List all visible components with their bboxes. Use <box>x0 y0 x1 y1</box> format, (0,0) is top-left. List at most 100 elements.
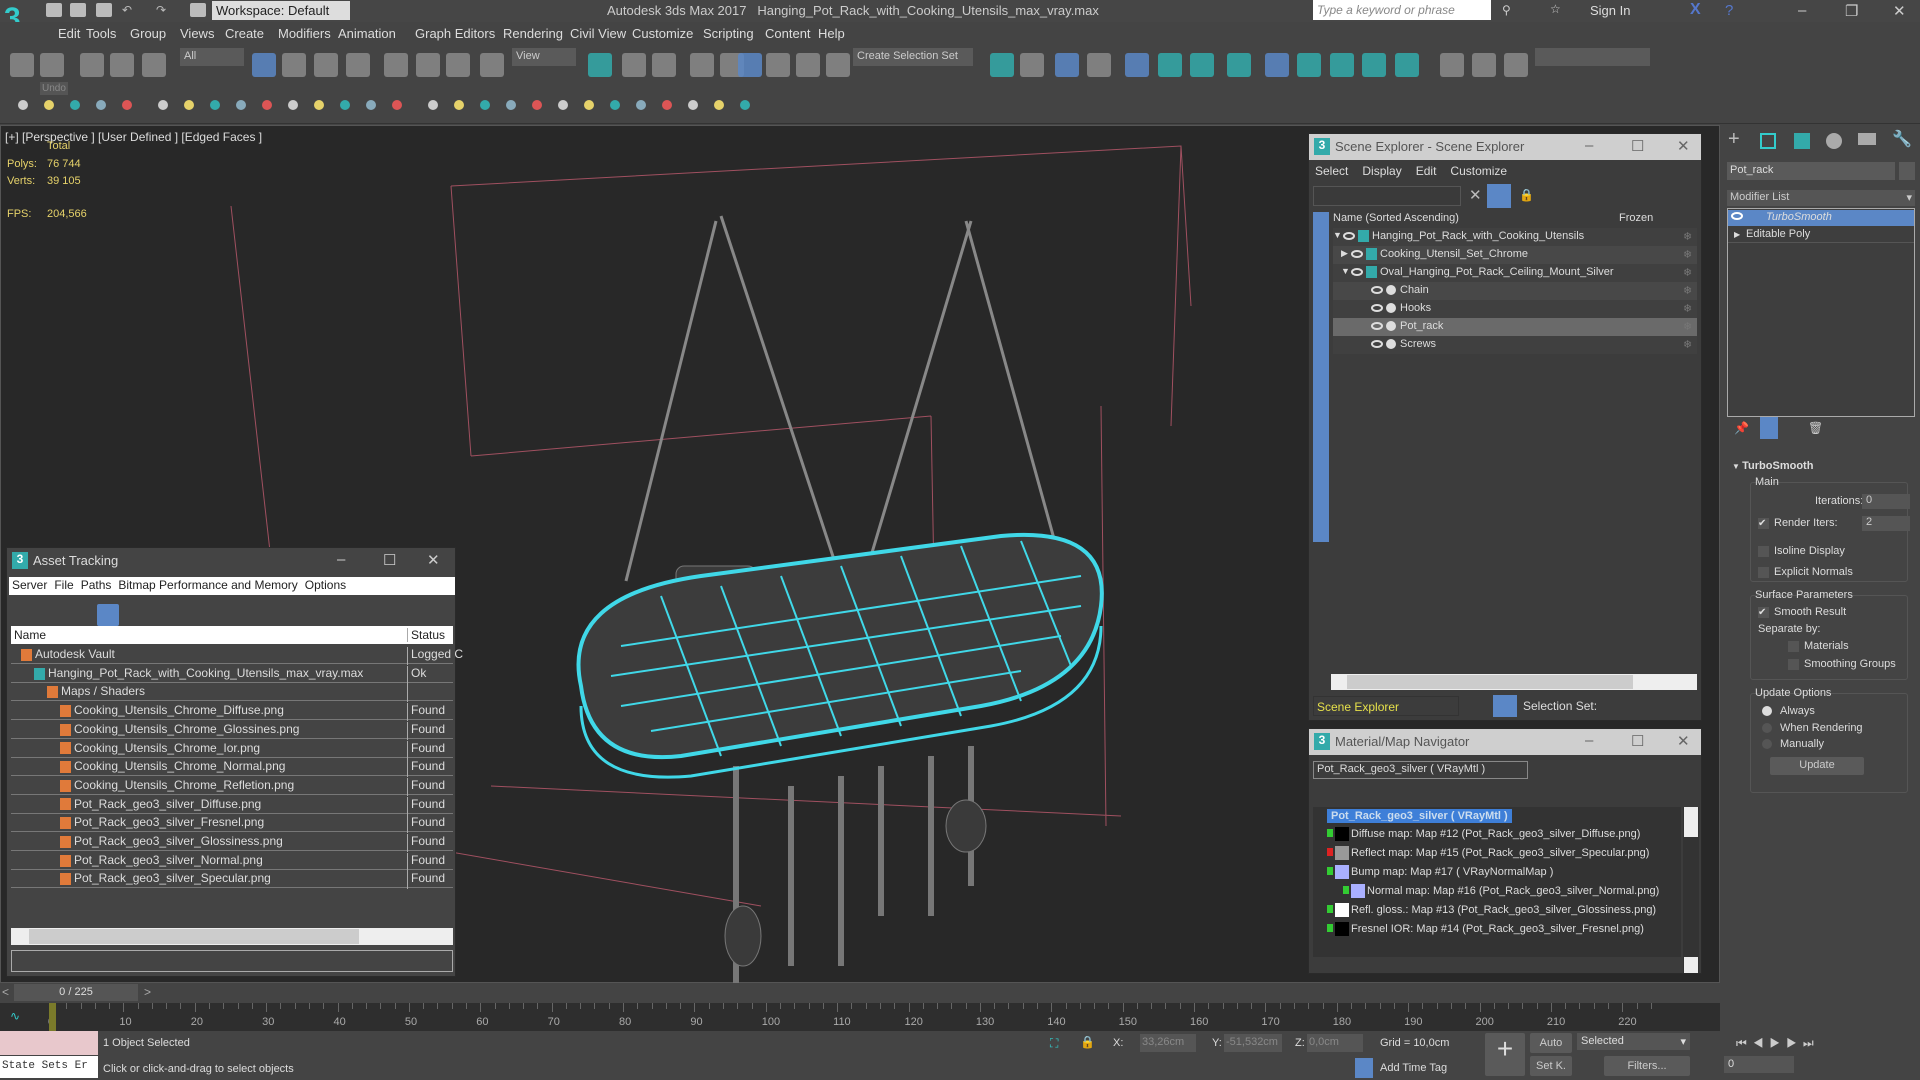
render-setup-icon[interactable] <box>1265 53 1289 77</box>
visibility-eye-icon[interactable] <box>1351 268 1363 277</box>
radio[interactable] <box>1762 723 1772 734</box>
frozen-icon[interactable]: ❄ <box>1683 320 1692 333</box>
table-row[interactable]: Cooking_Utensils_Chrome_Normal.png Found <box>11 757 453 778</box>
scene-tree-row[interactable]: Pot_rack ❄ <box>1333 318 1697 336</box>
current-frame-marker[interactable] <box>49 1003 56 1031</box>
update-button[interactable]: Update <box>1770 757 1864 775</box>
scene-tree-row[interactable]: ▼ Hanging_Pot_Rack_with_Cooking_Utensils ❄ <box>1333 228 1697 246</box>
visibility-eye-icon[interactable] <box>1351 250 1363 259</box>
table-row[interactable]: Pot_Rack_geo3_silver_Fresnel.png Found <box>11 813 453 834</box>
menu-group[interactable]: Group <box>130 26 166 41</box>
render-iters-checkbox[interactable]: ✔ Render Iters: <box>1758 517 1838 529</box>
material-editor-icon[interactable] <box>1227 53 1251 77</box>
toolbar2-tool-icon[interactable] <box>454 100 464 110</box>
render-iterative-icon[interactable] <box>1362 53 1386 77</box>
curve-editor-icon[interactable] <box>1158 53 1182 77</box>
workspace-dropdown[interactable]: Workspace: Default <box>212 1 350 20</box>
render-icon[interactable] <box>1330 53 1354 77</box>
stack-item-editable-poly[interactable]: ▶ Editable Poly <box>1728 227 1914 243</box>
time-tag-icon[interactable] <box>1355 1058 1373 1078</box>
expand-arrow-icon[interactable]: ▼ <box>1341 266 1350 276</box>
current-frame-field[interactable]: 0 <box>1724 1056 1794 1073</box>
menu-edit[interactable]: Edit <box>58 26 80 41</box>
horizontal-scrollbar[interactable] <box>1331 674 1697 690</box>
scene-tree-row[interactable]: Screws ❄ <box>1333 336 1697 354</box>
frozen-icon[interactable]: ❄ <box>1683 284 1692 297</box>
hierarchy-toggle-icon[interactable] <box>1493 695 1517 717</box>
rendered-frame-icon[interactable] <box>1297 53 1321 77</box>
menu-customize[interactable]: Customize <box>632 26 693 41</box>
minimize-button[interactable]: – <box>1585 137 1593 154</box>
undo-icon[interactable] <box>10 53 34 77</box>
z-coordinate-field[interactable]: 0,0cm <box>1307 1034 1363 1052</box>
modify-tab-icon[interactable] <box>1760 133 1776 149</box>
col-frozen[interactable]: Frozen <box>1619 212 1653 224</box>
rotate-icon[interactable] <box>416 53 440 77</box>
menu-rendering[interactable]: Rendering <box>503 26 563 41</box>
project-folder-icon[interactable] <box>190 3 206 17</box>
c-text-icon[interactable] <box>1504 53 1528 77</box>
table-row[interactable]: Autodesk Vault Logged C <box>11 645 463 665</box>
link-icon[interactable] <box>80 53 104 77</box>
minimize-button[interactable]: – <box>1585 732 1593 749</box>
toolbar2-tool-icon[interactable] <box>480 100 490 110</box>
material-navigator-titlebar[interactable]: 3 Material/Map Navigator – ☐ ✕ <box>1309 729 1701 755</box>
modifier-list-dropdown[interactable]: Modifier List ▾ <box>1727 190 1915 206</box>
smooth-result-checkbox[interactable]: ✔ Smooth Result <box>1758 606 1846 618</box>
mirror-icon[interactable] <box>990 53 1014 77</box>
sign-in-button[interactable]: Sign In <box>1590 3 1630 18</box>
maximize-button[interactable]: ☐ <box>1631 137 1644 155</box>
toolbar2-tool-icon[interactable] <box>532 100 542 110</box>
prev-frame-button[interactable]: < <box>2 985 9 999</box>
lock-icon[interactable]: 🔒 <box>1519 188 1534 202</box>
new-file-icon[interactable] <box>46 3 62 17</box>
set-key-big-button[interactable]: + <box>1485 1033 1525 1076</box>
frozen-icon[interactable]: ❄ <box>1683 248 1692 261</box>
edit-named-sets-icon[interactable] <box>826 53 850 77</box>
toolbar2-tool-icon[interactable] <box>740 100 750 110</box>
placement-icon[interactable] <box>480 53 504 77</box>
hierarchy-tab-icon[interactable] <box>1794 133 1810 149</box>
scene-explorer-titlebar[interactable]: 3 Scene Explorer - Scene Explorer – ☐ ✕ <box>1309 134 1701 160</box>
set-key-button[interactable]: Set K. <box>1530 1056 1572 1076</box>
menu-help[interactable]: Help <box>818 26 845 41</box>
percent-snap-icon[interactable] <box>766 53 790 77</box>
isoline-display-checkbox[interactable]: Isoline Display <box>1758 545 1845 557</box>
isolate-selection-icon[interactable]: ⛶ <box>1050 1036 1058 1051</box>
vertical-scrollbar[interactable] <box>1683 807 1699 973</box>
display-tab-icon[interactable] <box>1858 133 1876 145</box>
schematic-view-icon[interactable] <box>1190 53 1214 77</box>
root-material[interactable]: Pot_Rack_geo3_silver ( VRayMtl ) <box>1327 809 1512 823</box>
radio-always[interactable]: Always <box>1762 705 1815 717</box>
col-status[interactable]: Status <box>407 628 445 642</box>
table-row[interactable]: Hanging_Pot_Rack_with_Cooking_Utensils_m… <box>11 664 453 684</box>
horizontal-scrollbar[interactable] <box>11 928 453 945</box>
frozen-icon[interactable]: ❄ <box>1683 230 1692 243</box>
maxscript-input[interactable]: State Sets Er <box>0 1056 98 1078</box>
scene-search-input[interactable] <box>1313 186 1461 206</box>
table-row[interactable]: Pot_Rack_geo3_silver_Specular.png Found <box>11 869 453 890</box>
asset-menu-server[interactable]: Server <box>12 578 47 592</box>
map-item[interactable]: Fresnel IOR: Map #14 (Pot_Rack_geo3_silv… <box>1313 922 1681 940</box>
material-name-field[interactable]: Pot_Rack_geo3_silver ( VRayMtl ) <box>1313 761 1528 779</box>
motion-tab-icon[interactable] <box>1826 133 1842 149</box>
visibility-eye-icon[interactable] <box>1371 340 1383 349</box>
keyboard-shortcut-icon[interactable] <box>690 53 714 77</box>
scroll-up-button[interactable] <box>1684 807 1698 837</box>
radio[interactable] <box>1762 739 1772 750</box>
filters-button[interactable]: Filters... <box>1604 1056 1690 1076</box>
mirror-gizmo-icon[interactable] <box>588 53 612 77</box>
angle-snap-icon[interactable] <box>738 53 762 77</box>
manipulate-icon[interactable] <box>652 53 676 77</box>
map-item[interactable]: Reflect map: Map #15 (Pot_Rack_geo3_silv… <box>1313 846 1681 864</box>
selection-filter-dropdown[interactable]: All <box>180 48 244 66</box>
render-tabs-icon[interactable] <box>1395 53 1419 77</box>
selection-lock-icon[interactable]: 🔒 <box>1080 1035 1095 1049</box>
maximize-button[interactable]: ☐ <box>383 551 396 569</box>
table-row[interactable]: Cooking_Utensils_Chrome_Refletion.png Fou… <box>11 776 453 796</box>
map-item[interactable]: Refl. gloss.: Map #13 (Pot_Rack_geo3_sil… <box>1313 903 1681 921</box>
close-button[interactable]: ✕ <box>1893 2 1906 20</box>
window-crossing-icon[interactable] <box>346 53 370 77</box>
toolbar2-tool-icon[interactable] <box>18 100 28 110</box>
track-bar[interactable]: ∿ 01020304050607080901001101201301401501… <box>0 1003 1720 1031</box>
